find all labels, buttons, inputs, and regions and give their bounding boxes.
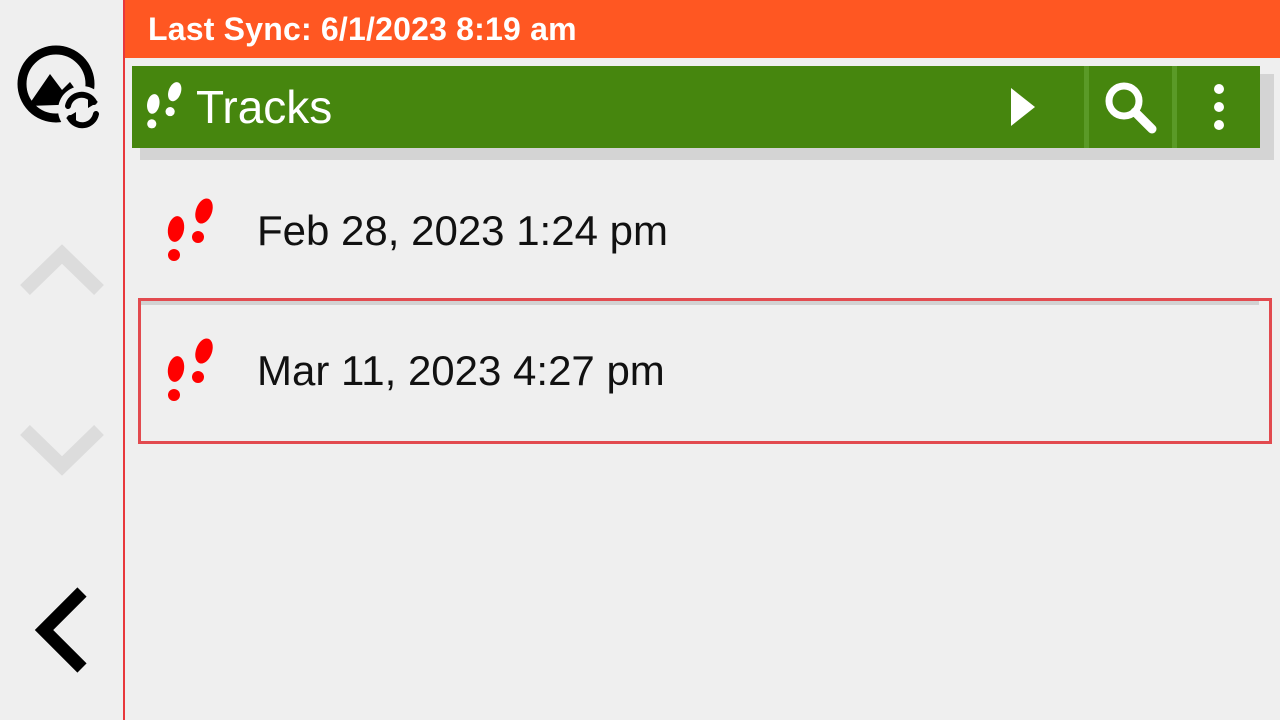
toolbar-title-group: Tracks: [140, 66, 332, 148]
track-list: Feb 28, 2023 1:24 pm Mar 11, 2023 4:27 p…: [132, 164, 1272, 444]
tracks-toolbar: Tracks: [132, 66, 1260, 148]
track-row[interactable]: Feb 28, 2023 1:24 pm: [132, 164, 1272, 298]
chevron-up-icon: [20, 244, 104, 296]
search-icon: [1105, 82, 1157, 134]
scroll-up-button[interactable]: [14, 228, 110, 312]
rail-divider: [123, 0, 125, 720]
chevron-down-icon: [20, 424, 104, 476]
track-label: Feb 28, 2023 1:24 pm: [257, 207, 668, 254]
track-row-selected[interactable]: Mar 11, 2023 4:27 pm: [138, 298, 1272, 444]
back-button[interactable]: [20, 578, 104, 682]
sync-status-bar: Last Sync: 6/1/2023 8:19 am: [125, 0, 1280, 58]
footprints-icon: [167, 338, 213, 401]
more-menu-button[interactable]: [1178, 66, 1260, 148]
play-button[interactable]: [982, 66, 1062, 148]
app-window: Last Sync: 6/1/2023 8:19 am Tracks Feb 2…: [0, 0, 1280, 720]
left-rail: [0, 0, 123, 720]
scroll-down-button[interactable]: [14, 408, 110, 492]
toolbar-separator: [1084, 66, 1089, 148]
footprints-icon: [147, 82, 182, 129]
last-sync-text: Last Sync: 6/1/2023 8:19 am: [148, 10, 577, 47]
map-sync-icon: [17, 45, 106, 134]
track-label: Mar 11, 2023 4:27 pm: [257, 347, 665, 394]
footprints-icon: [167, 198, 213, 261]
sync-button[interactable]: [14, 42, 110, 138]
more-vertical-icon: [1214, 84, 1224, 130]
play-icon: [1011, 88, 1035, 126]
chevron-left-icon: [34, 587, 87, 673]
toolbar-separator: [1172, 66, 1177, 148]
toolbar-title: Tracks: [196, 81, 333, 133]
search-button[interactable]: [1090, 66, 1170, 148]
